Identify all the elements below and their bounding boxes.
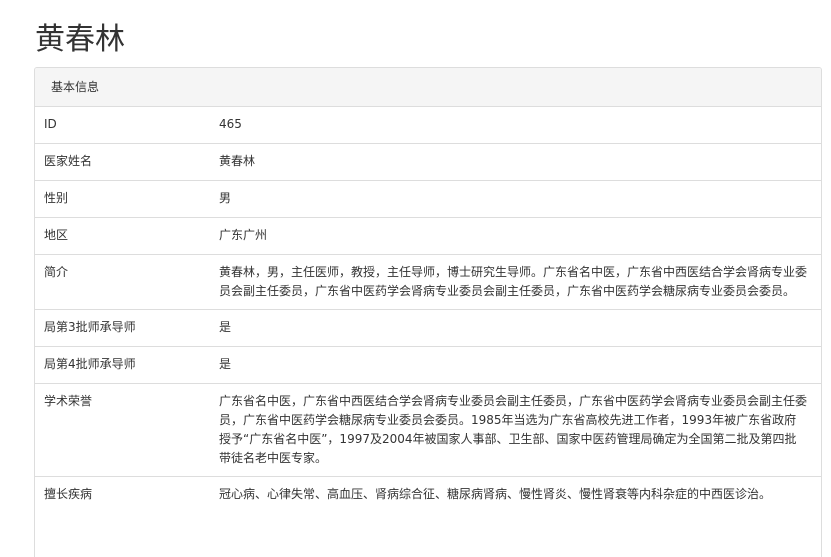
table-row-mentor-batch-3: 局第3批师承导师 是 — [35, 309, 821, 347]
field-value: 广东广州 — [211, 217, 821, 255]
field-label: 局第4批师承导师 — [35, 346, 211, 384]
doctor-profile-page: 黄春林 基本信息 ID 465 医家姓名 黄春林 性别 男 地区 广东广州 简介… — [0, 0, 831, 557]
table-row-bio: 简介 黄春林，男，主任医师，教授，主任导师，博士研究生导师。广东省名中医，广东省… — [35, 254, 821, 310]
field-label: ID — [44, 117, 57, 131]
field-label: 地区 — [35, 217, 211, 255]
info-table: ID 465 医家姓名 黄春林 性别 男 地区 广东广州 简介 黄春林，男，主任… — [35, 107, 821, 512]
field-label: 简介 — [35, 254, 211, 310]
basic-info-panel: 基本信息 ID 465 医家姓名 黄春林 性别 男 地区 广东广州 简介 黄春林… — [34, 67, 822, 557]
table-row-honors: 学术荣誉 广东省名中医，广东省中西医结合学会肾病专业委员会副主任委员，广东省中医… — [35, 383, 821, 477]
table-row-mentor-batch-4: 局第4批师承导师 是 — [35, 346, 821, 384]
table-row-name: 医家姓名 黄春林 — [35, 143, 821, 181]
field-value: 黄春林，男，主任医师，教授，主任导师，博士研究生导师。广东省名中医，广东省中西医… — [211, 254, 821, 310]
field-value: 465 — [219, 117, 242, 131]
field-label: 医家姓名 — [35, 143, 211, 181]
field-label: 性别 — [35, 180, 211, 218]
table-row-id: ID 465 — [35, 107, 821, 144]
field-value: 冠心病、心律失常、高血压、肾病综合征、糖尿病肾病、慢性肾炎、慢性肾衰等内科杂症的… — [211, 476, 821, 512]
field-label: 局第3批师承导师 — [35, 309, 211, 347]
field-label: 擅长疾病 — [35, 476, 211, 512]
field-value: 是 — [211, 309, 821, 347]
field-label: 学术荣誉 — [35, 383, 211, 477]
field-value: 黄春林 — [211, 143, 821, 181]
field-value: 广东省名中医，广东省中西医结合学会肾病专业委员会副主任委员，广东省中医药学会肾病… — [211, 383, 821, 477]
page-title: 黄春林 — [35, 22, 125, 57]
table-row-specialties: 擅长疾病 冠心病、心律失常、高血压、肾病综合征、糖尿病肾病、慢性肾炎、慢性肾衰等… — [35, 476, 821, 512]
field-value: 男 — [211, 180, 821, 218]
table-row-gender: 性别 男 — [35, 180, 821, 218]
field-value: 是 — [211, 346, 821, 384]
table-row-region: 地区 广东广州 — [35, 217, 821, 255]
panel-heading: 基本信息 — [35, 68, 821, 107]
